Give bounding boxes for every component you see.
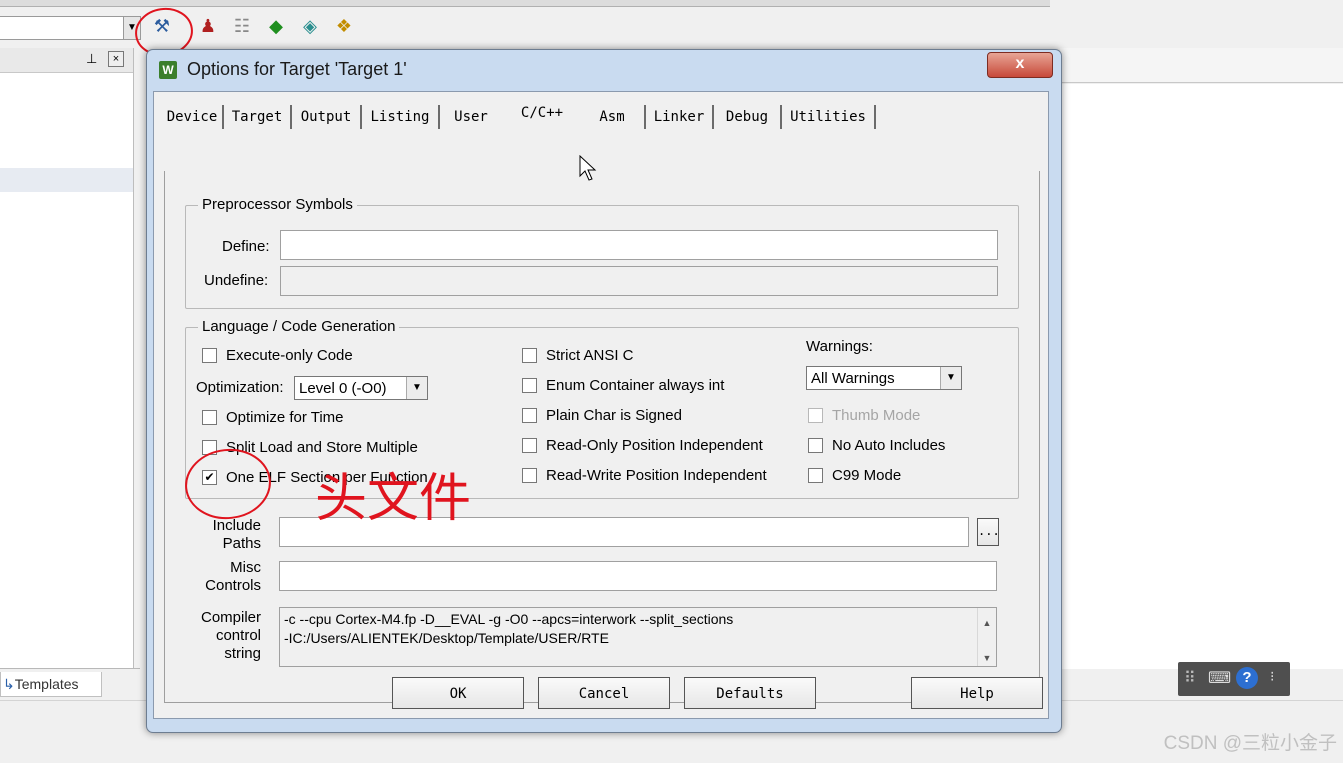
rw-pi-label: Read-Write Position Independent bbox=[546, 467, 767, 484]
optimization-value: Level 0 (-O0) bbox=[299, 380, 387, 397]
watermark: CSDN @三粒小金子 bbox=[1163, 733, 1337, 754]
tab-device[interactable]: Device bbox=[162, 105, 224, 129]
preprocessor-group: Preprocessor Symbols Define: Undefine: bbox=[185, 196, 1019, 309]
tab-linker[interactable]: Linker bbox=[646, 105, 714, 129]
tab-target[interactable]: Target bbox=[224, 105, 292, 129]
editor-tab-strip bbox=[1060, 48, 1343, 83]
preprocessor-group-label: Preprocessor Symbols bbox=[198, 196, 357, 213]
close-icon[interactable]: × bbox=[108, 51, 124, 67]
language-group-label: Language / Code Generation bbox=[198, 318, 400, 335]
optimize-time-label: Optimize for Time bbox=[226, 409, 344, 426]
undefine-input bbox=[280, 266, 998, 296]
execute-only-checkbox[interactable] bbox=[202, 348, 217, 363]
enum-container-checkbox[interactable] bbox=[522, 378, 537, 393]
compiler-string-label-line1: Compiler bbox=[200, 609, 261, 626]
thumb-mode-checkbox bbox=[808, 408, 823, 423]
pin-icon[interactable]: ⊥ bbox=[86, 51, 97, 67]
no-auto-includes-label: No Auto Includes bbox=[832, 437, 946, 454]
misc-controls-label-line1: Misc bbox=[230, 559, 261, 576]
chevron-down-icon[interactable]: ▼ bbox=[406, 377, 427, 399]
dialog-client: Device Target Output Listing User C/C++ … bbox=[153, 91, 1049, 719]
cancel-button[interactable]: Cancel bbox=[538, 677, 670, 709]
handwritten-annotation: 头文件 bbox=[185, 448, 471, 529]
scroll-up-icon[interactable]: ▲ bbox=[978, 614, 996, 633]
templates-icon: ↳ bbox=[3, 676, 15, 692]
misc-controls-input[interactable] bbox=[279, 561, 997, 591]
execute-only-label: Execute-only Code bbox=[226, 347, 353, 364]
close-button[interactable]: x bbox=[987, 52, 1053, 78]
grip-icon: ⠿ bbox=[1184, 670, 1196, 687]
c99-mode-checkbox[interactable] bbox=[808, 468, 823, 483]
tab-templates[interactable]: ↳Templates bbox=[0, 672, 102, 697]
handwritten-note: 头文件 bbox=[315, 469, 471, 529]
compiler-string-label: Compiler control string bbox=[195, 609, 261, 663]
warnings-label: Warnings: bbox=[806, 338, 873, 355]
warnings-value: All Warnings bbox=[811, 370, 895, 387]
undefine-label: Undefine: bbox=[204, 272, 269, 289]
help-icon[interactable]: ? bbox=[1236, 667, 1258, 689]
no-auto-includes-checkbox[interactable] bbox=[808, 438, 823, 453]
pack-installer-icon[interactable]: ◈ bbox=[298, 14, 322, 38]
tab-cc[interactable]: C/C++ bbox=[506, 101, 578, 129]
keyboard-icon[interactable]: ⌨ bbox=[1208, 668, 1231, 688]
misc-controls-label-line2: Controls bbox=[205, 577, 261, 594]
compiler-string-scrollbar[interactable]: ▲ ▼ bbox=[977, 608, 996, 666]
editor-area[interactable] bbox=[1060, 84, 1343, 669]
c99-mode-label: C99 Mode bbox=[832, 467, 902, 484]
ide-toolbar: ▼ ⚒ ♟ ☷ ◆ ◈ ❖ bbox=[0, 0, 1343, 48]
project-panel-header: ⊥ × bbox=[0, 48, 133, 73]
keil-app-icon: W bbox=[159, 61, 177, 79]
enum-container-label: Enum Container always int bbox=[546, 377, 725, 394]
optimization-select[interactable]: Level 0 (-O0) ▼ bbox=[294, 376, 428, 400]
ime-toolbar: ⠿ ⌨ ? ⁝ bbox=[1178, 662, 1290, 696]
thumb-mode-label: Thumb Mode bbox=[832, 407, 921, 424]
target-combo[interactable]: ▼ bbox=[0, 16, 141, 40]
dialog-title: Options for Target 'Target 1' bbox=[187, 59, 407, 79]
optimize-time-checkbox[interactable] bbox=[202, 410, 217, 425]
run-environment-icon[interactable]: ❖ bbox=[332, 14, 356, 38]
tab-templates-label: Templates bbox=[14, 676, 79, 692]
project-tree-selected-row[interactable] bbox=[0, 168, 133, 192]
optimization-label: Optimization: bbox=[196, 379, 284, 396]
green-diamond-icon[interactable]: ◆ bbox=[264, 14, 288, 38]
plain-char-label: Plain Char is Signed bbox=[546, 407, 682, 424]
tab-user[interactable]: User bbox=[440, 105, 502, 129]
tab-debug[interactable]: Debug bbox=[714, 105, 782, 129]
ok-button[interactable]: OK bbox=[392, 677, 524, 709]
help-button[interactable]: Help bbox=[911, 677, 1043, 709]
compiler-string-line1: -c --cpu Cortex-M4.fp -D__EVAL -g -O0 --… bbox=[284, 611, 734, 627]
misc-controls-label: Misc Controls bbox=[195, 559, 261, 595]
define-label: Define: bbox=[222, 238, 270, 255]
compiler-string-label-line3: string bbox=[224, 645, 261, 662]
tab-utilities[interactable]: Utilities bbox=[782, 105, 876, 129]
file-extensions-icon[interactable]: ☷ bbox=[230, 14, 254, 38]
defaults-button[interactable]: Defaults bbox=[684, 677, 816, 709]
compiler-string-line2: -IC:/Users/ALIENTEK/Desktop/Template/USE… bbox=[284, 630, 609, 646]
tab-page-cc: Preprocessor Symbols Define: Undefine: L… bbox=[164, 171, 1040, 703]
project-panel bbox=[0, 48, 134, 668]
scroll-down-icon[interactable]: ▼ bbox=[978, 649, 996, 666]
chevron-down-icon[interactable]: ▼ bbox=[940, 367, 961, 389]
strict-ansi-label: Strict ANSI C bbox=[546, 347, 634, 364]
define-input[interactable] bbox=[280, 230, 998, 260]
compiler-string-label-line2: control bbox=[215, 627, 261, 644]
tab-asm[interactable]: Asm bbox=[580, 105, 646, 129]
options-icon[interactable]: ⁝ bbox=[1270, 668, 1274, 685]
warnings-select[interactable]: All Warnings ▼ bbox=[806, 366, 962, 390]
tab-listing[interactable]: Listing bbox=[362, 105, 440, 129]
strict-ansi-checkbox[interactable] bbox=[522, 348, 537, 363]
plain-char-checkbox[interactable] bbox=[522, 408, 537, 423]
include-paths-browse-button[interactable]: ... bbox=[977, 518, 1000, 546]
tab-output[interactable]: Output bbox=[292, 105, 362, 129]
options-dialog: W Options for Target 'Target 1' x Device… bbox=[146, 49, 1062, 733]
compiler-string-box[interactable]: -c --cpu Cortex-M4.fp -D__EVAL -g -O0 --… bbox=[279, 607, 997, 667]
ro-pi-label: Read-Only Position Independent bbox=[546, 437, 763, 454]
tab-strip: Device Target Output Listing User C/C++ … bbox=[162, 105, 1042, 131]
